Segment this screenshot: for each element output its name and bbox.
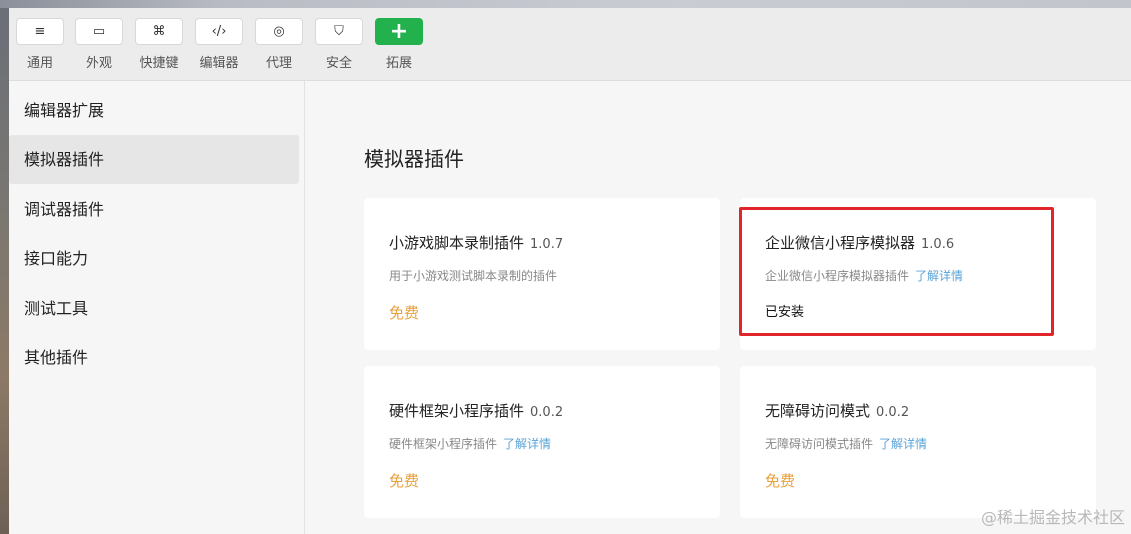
- settings-toolbar: ≡ 通用 ▭ 外观 ⌘ 快捷键 ‹/› 编辑器 ◎ 代理 ⛉ 安全 + 拓展: [9, 8, 1131, 81]
- plugin-name: 小游戏脚本录制插件 1.0.7: [389, 234, 564, 252]
- main-panel: 模拟器插件 小游戏脚本录制插件 1.0.7 用于小游戏测试脚本录制的插件 免费 企…: [305, 81, 1131, 534]
- tab-appearance-label: 外观: [85, 56, 112, 71]
- sidebar-item-editor-extensions[interactable]: 编辑器扩展: [9, 86, 299, 135]
- globe-icon[interactable]: ◎: [255, 18, 303, 45]
- command-icon[interactable]: ⌘: [135, 18, 183, 45]
- sidebar-item-api-capabilities[interactable]: 接口能力: [9, 234, 299, 283]
- plugin-card-hardware-framework[interactable]: 硬件框架小程序插件 0.0.2 硬件框架小程序插件 了解详情 免费: [364, 366, 720, 518]
- tab-appearance[interactable]: ▭ 外观: [74, 18, 124, 80]
- plugin-card-wecom-simulator[interactable]: 企业微信小程序模拟器 1.0.6 企业微信小程序模拟器插件 了解详情 已安装: [740, 198, 1096, 350]
- installed-status: 已安装: [765, 305, 805, 320]
- tab-general[interactable]: ≡ 通用: [15, 18, 65, 80]
- window-top-strip: [0, 0, 1131, 8]
- plugin-card-game-recorder[interactable]: 小游戏脚本录制插件 1.0.7 用于小游戏测试脚本录制的插件 免费: [364, 198, 720, 350]
- code-icon[interactable]: ‹/›: [195, 18, 243, 45]
- plugin-card-accessibility-mode[interactable]: 无障碍访问模式 0.0.2 无障碍访问模式插件 了解详情 免费: [740, 366, 1096, 518]
- desktop-background-edge: [0, 8, 9, 534]
- tab-editor[interactable]: ‹/› 编辑器: [194, 18, 244, 80]
- shield-icon[interactable]: ⛉: [315, 18, 363, 45]
- plugin-name: 硬件框架小程序插件 0.0.2: [389, 402, 564, 420]
- page-title: 模拟器插件: [364, 147, 464, 171]
- price-label[interactable]: 免费: [389, 470, 419, 491]
- plugin-description: 用于小游戏测试脚本录制的插件: [389, 269, 558, 283]
- plugin-version: 0.0.2: [530, 405, 564, 420]
- tab-security-label: 安全: [325, 56, 352, 71]
- plus-icon[interactable]: +: [375, 18, 423, 45]
- plugin-description: 无障碍访问模式插件 了解详情: [765, 437, 928, 451]
- tab-shortcuts-label: 快捷键: [139, 56, 179, 71]
- price-label[interactable]: 免费: [389, 302, 419, 323]
- plugin-name: 无障碍访问模式 0.0.2: [765, 402, 910, 420]
- tab-extensions-label: 拓展: [385, 56, 412, 71]
- window-icon[interactable]: ▭: [75, 18, 123, 45]
- plugin-description: 硬件框架小程序插件 了解详情: [389, 437, 552, 451]
- sidebar-item-other-plugins[interactable]: 其他插件: [9, 333, 299, 382]
- tab-proxy[interactable]: ◎ 代理: [254, 18, 304, 80]
- sidebar-item-test-tools[interactable]: 测试工具: [9, 284, 299, 333]
- sidebar-item-debugger-plugins[interactable]: 调试器插件: [9, 185, 299, 234]
- learn-more-link[interactable]: 了解详情: [879, 437, 927, 451]
- plugin-version: 1.0.6: [921, 237, 955, 252]
- plugin-version: 1.0.7: [530, 237, 564, 252]
- watermark: @稀土掘金技术社区: [980, 508, 1125, 527]
- tab-general-label: 通用: [26, 56, 53, 71]
- price-label[interactable]: 免费: [765, 470, 795, 491]
- tab-proxy-label: 代理: [265, 56, 292, 71]
- plugin-description: 企业微信小程序模拟器插件 了解详情: [765, 269, 964, 283]
- learn-more-link[interactable]: 了解详情: [915, 269, 963, 283]
- general-icon[interactable]: ≡: [16, 18, 64, 45]
- tab-editor-label: 编辑器: [199, 56, 239, 71]
- plugin-version: 0.0.2: [876, 405, 910, 420]
- tab-extensions[interactable]: + 拓展: [374, 18, 424, 80]
- tab-shortcuts[interactable]: ⌘ 快捷键: [134, 18, 184, 80]
- sidebar-item-simulator-plugins[interactable]: 模拟器插件: [9, 135, 299, 184]
- sidebar: 编辑器扩展 模拟器插件 调试器插件 接口能力 测试工具 其他插件: [9, 81, 305, 534]
- plugin-name: 企业微信小程序模拟器 1.0.6: [765, 234, 955, 252]
- learn-more-link[interactable]: 了解详情: [503, 437, 551, 451]
- tab-security[interactable]: ⛉ 安全: [314, 18, 364, 80]
